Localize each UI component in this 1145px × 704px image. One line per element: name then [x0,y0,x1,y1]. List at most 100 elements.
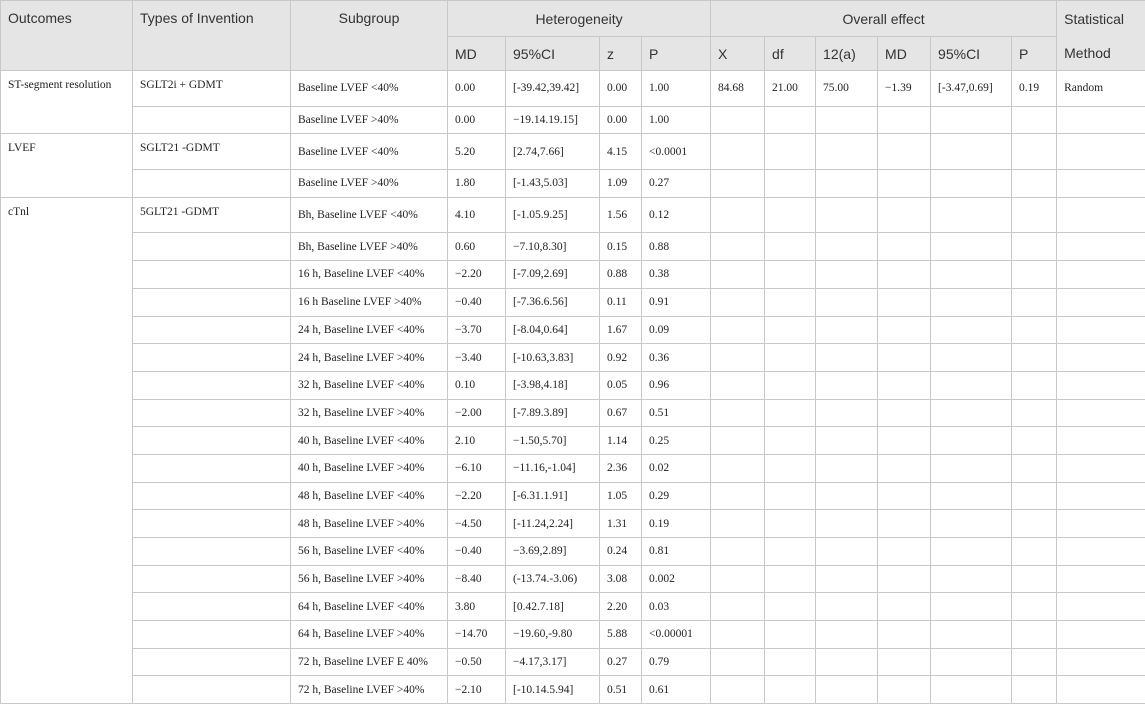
cell-ci: [-8.04,0.64] [506,316,600,344]
table-row: 48 h, Baseline LVEF <40%−2.20[-6.31.1.91… [1,482,1145,510]
cell-overall-ci [931,316,1012,344]
cell-p: 0.81 [642,538,711,566]
cell-p: 0.36 [642,344,711,372]
cell-i2 [816,427,878,455]
cell-p: 0.002 [642,565,711,593]
cell-type-empty [133,648,291,676]
header-p: P [642,37,711,71]
cell-subgroup: 24 h, Baseline LVEF <40% [291,316,448,344]
cell-overall-md [878,106,931,134]
header-z: z [600,37,642,71]
cell-z: 0.05 [600,371,642,399]
cell-ci: [-39.42,39.42] [506,71,600,107]
cell-overall-md [878,593,931,621]
cell-i2 [816,399,878,427]
cell-p: 0.38 [642,261,711,289]
cell-overall-p [1012,565,1057,593]
cell-df [765,565,816,593]
cell-overall-ci [931,106,1012,134]
cell-df [765,261,816,289]
cell-ci: [-6.31.1.91] [506,482,600,510]
cell-i2 [816,134,878,170]
cell-md: −3.40 [448,344,506,372]
cell-x [711,676,765,704]
cell-overall-md [878,371,931,399]
cell-z: 1.05 [600,482,642,510]
cell-df [765,170,816,198]
cell-overall-md [878,261,931,289]
cell-subgroup: Bh, Baseline LVEF >40% [291,233,448,261]
cell-method [1057,261,1145,289]
cell-df [765,371,816,399]
cell-z: 1.56 [600,197,642,233]
cell-overall-md [878,621,931,649]
cell-overall-ci [931,538,1012,566]
cell-i2 [816,565,878,593]
cell-overall-p [1012,510,1057,538]
cell-df [765,134,816,170]
cell-md: −3.70 [448,316,506,344]
cell-z: 0.15 [600,233,642,261]
cell-overall-ci [931,197,1012,233]
cell-df [765,648,816,676]
cell-overall-md [878,510,931,538]
cell-method [1057,621,1145,649]
table-row: 72 h, Baseline LVEF E 40%−0.50−4.17,3.17… [1,648,1145,676]
cell-p: <0.0001 [642,134,711,170]
table-row: 56 h, Baseline LVEF >40%−8.40(-13.74.-3.… [1,565,1145,593]
cell-overall-md [878,648,931,676]
cell-p: 0.88 [642,233,711,261]
cell-type-empty [133,233,291,261]
cell-i2 [816,261,878,289]
cell-overall-p [1012,621,1057,649]
table-row: LVEFSGLT21 -GDMTBaseline LVEF <40%5.20[2… [1,134,1145,170]
table-row: 32 h, Baseline LVEF >40%−2.00[-7.89.3.89… [1,399,1145,427]
cell-md: 0.10 [448,371,506,399]
cell-z: 2.36 [600,454,642,482]
cell-method [1057,538,1145,566]
cell-ci: [-10.63,3.83] [506,344,600,372]
cell-x [711,344,765,372]
cell-overall-p [1012,454,1057,482]
header-overall-md: MD [878,37,931,71]
table-row: ST-segment resolutionSGLT2i + GDMTBaseli… [1,71,1145,107]
cell-type-empty [133,676,291,704]
cell-ci: [-11.24,2.24] [506,510,600,538]
header-outcomes: Outcomes [1,1,133,71]
cell-overall-md [878,454,931,482]
cell-ci: [-7.09,2.69] [506,261,600,289]
cell-overall-ci [931,288,1012,316]
cell-overall-ci [931,676,1012,704]
cell-type-empty [133,288,291,316]
cell-method [1057,676,1145,704]
cell-ci: −19.14.19.15] [506,106,600,134]
cell-type-empty [133,371,291,399]
cell-i2 [816,288,878,316]
cell-overall-ci [931,170,1012,198]
cell-df [765,316,816,344]
cell-type-empty [133,482,291,510]
cell-subgroup: 56 h, Baseline LVEF >40% [291,565,448,593]
cell-subgroup: 48 h, Baseline LVEF <40% [291,482,448,510]
cell-ci: [-7.36.6.56] [506,288,600,316]
cell-i2 [816,482,878,510]
header-overall-95ci: 95%CI [931,37,1012,71]
cell-overall-ci [931,371,1012,399]
cell-overall-ci [931,261,1012,289]
cell-type: SGLT2i + GDMT [133,71,291,107]
cell-overall-p [1012,233,1057,261]
cell-md: −8.40 [448,565,506,593]
cell-p: 0.02 [642,454,711,482]
cell-overall-p [1012,538,1057,566]
header-method: Method [1057,37,1145,71]
cell-subgroup: 72 h, Baseline LVEF E 40% [291,648,448,676]
table-row: 64 h, Baseline LVEF >40%−14.70−19.60,-9.… [1,621,1145,649]
cell-p: 0.12 [642,197,711,233]
cell-z: 0.88 [600,261,642,289]
cell-type: 5GLT21 -GDMT [133,197,291,233]
cell-i2 [816,170,878,198]
cell-md: −0.40 [448,288,506,316]
cell-overall-ci [931,621,1012,649]
cell-ci: −3.69,2.89] [506,538,600,566]
cell-method [1057,344,1145,372]
